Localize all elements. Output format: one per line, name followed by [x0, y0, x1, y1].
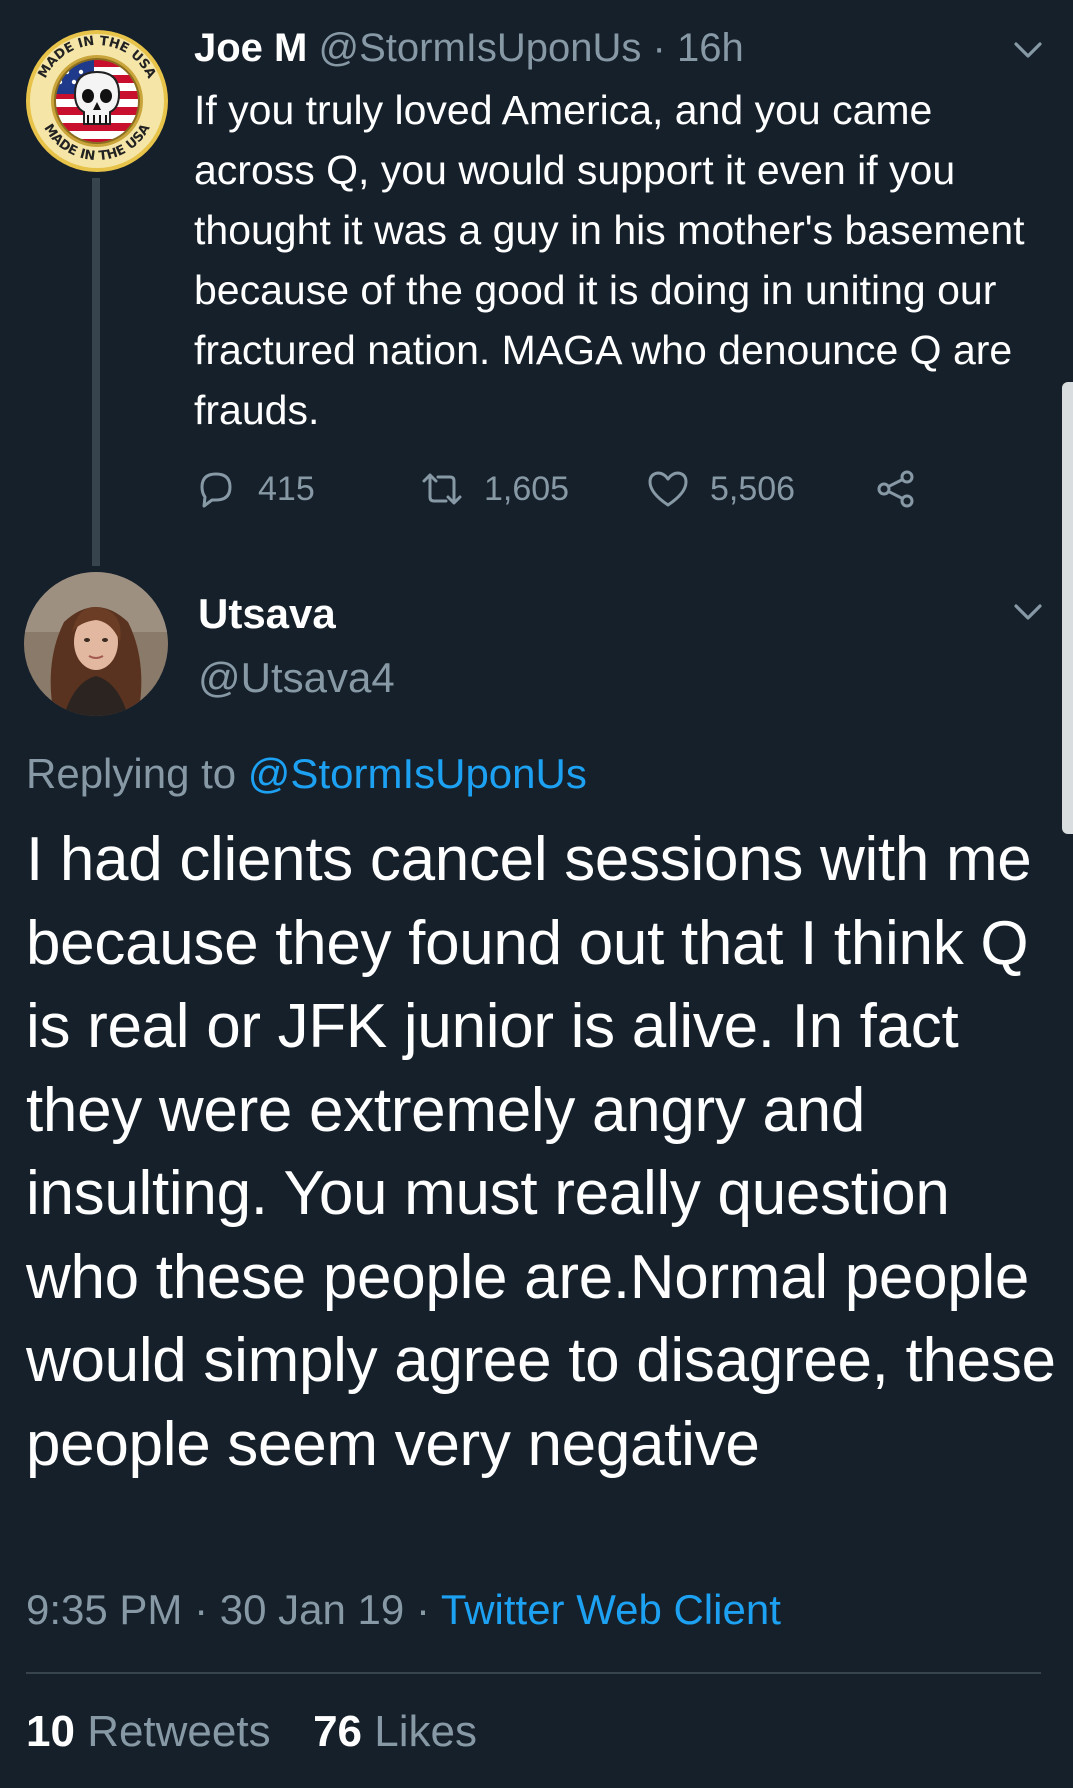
retweets-count: 10 [26, 1707, 75, 1756]
heart-icon [648, 471, 688, 507]
divider [26, 1672, 1041, 1674]
source-client-link[interactable]: Twitter Web Client [441, 1586, 781, 1633]
tweet-time[interactable]: 16h [677, 26, 744, 70]
scrollbar-thumb[interactable] [1062, 382, 1073, 834]
author-name[interactable]: Utsava [198, 586, 336, 642]
parent-tweet[interactable]: MADE IN THE USA MADE IN THE USA Joe M @S… [0, 0, 1073, 570]
reply-icon [200, 472, 232, 508]
like-button[interactable]: 5,506 [646, 462, 795, 516]
replying-to-label: Replying to [26, 750, 237, 797]
replying-to-handle-link[interactable]: @StormIsUponUs [248, 750, 587, 797]
header-separator: · [652, 26, 666, 70]
likes-label: Likes [374, 1707, 477, 1756]
retweet-button[interactable]: 1,605 [420, 462, 569, 516]
retweets-stat[interactable]: 10 Retweets [26, 1707, 283, 1756]
reply-count: 415 [258, 469, 315, 508]
thread-connector-line [92, 178, 100, 566]
likes-count: 76 [313, 1707, 363, 1756]
engagement-stats: 10 Retweets 76 Likes [26, 1702, 477, 1762]
tweet-metadata: 9:35 PM · 30 Jan 19 · Twitter Web Client [26, 1580, 781, 1640]
reply-button[interactable]: 415 [194, 462, 315, 516]
share-icon [877, 470, 914, 508]
parent-tweet-header: Joe M @StormIsUponUs · 16h [194, 20, 744, 76]
chevron-down-icon[interactable] [1008, 30, 1048, 70]
retweet-count: 1,605 [484, 469, 570, 508]
share-button[interactable] [874, 462, 938, 516]
retweet-icon [422, 473, 462, 505]
tweet-time: 9:35 PM [26, 1586, 183, 1633]
profile-photo [24, 572, 168, 716]
meta-separator: · [415, 1586, 430, 1633]
skull-flag-seal-icon: MADE IN THE USA MADE IN THE USA [26, 30, 168, 172]
avatar[interactable] [24, 572, 168, 716]
author-handle[interactable]: @Utsava4 [198, 650, 395, 706]
tweet-date: 30 Jan 19 [219, 1586, 405, 1633]
author-name[interactable]: Joe M [194, 26, 307, 70]
meta-separator: · [194, 1586, 209, 1633]
retweets-label: Retweets [87, 1707, 271, 1756]
likes-stat[interactable]: 76 Likes [313, 1707, 477, 1756]
like-count: 5,506 [710, 469, 796, 508]
chevron-down-icon[interactable] [1008, 592, 1048, 632]
author-handle[interactable]: @StormIsUponUs [318, 26, 641, 70]
replying-to: Replying to @StormIsUponUs [26, 744, 587, 804]
parent-tweet-text: If you truly loved America, and you came… [194, 87, 1025, 433]
tweet-text: I had clients cancel sessions with me be… [26, 825, 1056, 1479]
avatar[interactable]: MADE IN THE USA MADE IN THE USA [24, 28, 170, 174]
